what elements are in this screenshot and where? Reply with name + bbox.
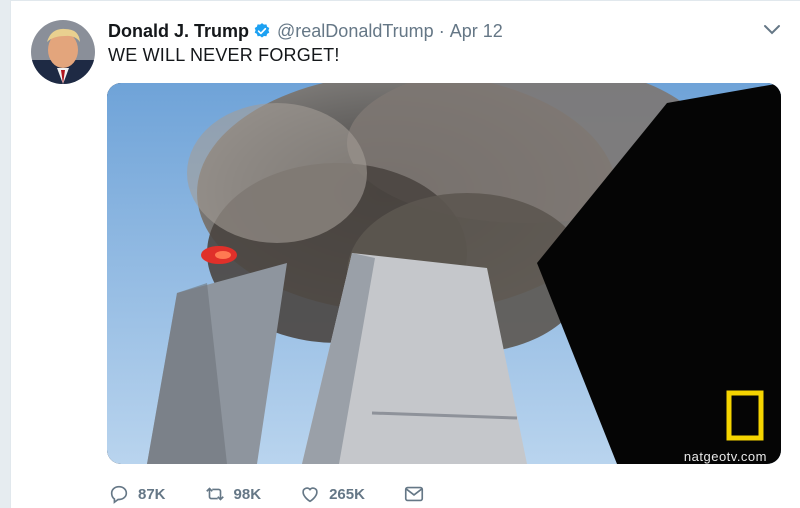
tweet-actions: 87K 98K 265K [108,481,463,507]
media-watermark: natgeotv.com [683,449,767,464]
tweet-text: WE WILL NEVER FORGET! [108,45,340,65]
like-count: 265K [329,485,365,503]
chevron-down-icon[interactable] [763,23,781,37]
tweet-header: Donald J. Trump @realDonaldTrump · Apr 1… [108,19,503,43]
reply-count: 87K [138,485,166,503]
author-name[interactable]: Donald J. Trump [108,21,249,42]
envelope-icon [404,486,423,502]
verified-badge-icon [254,23,270,38]
tweet-date[interactable]: Apr 12 [450,21,503,42]
retweet-button[interactable]: 98K [204,483,262,505]
reply-button[interactable]: 87K [108,483,166,505]
reply-icon [110,485,128,504]
author-handle[interactable]: @realDonaldTrump [277,21,434,42]
direct-message-button[interactable] [403,483,425,505]
retweet-icon [205,487,224,501]
heart-icon [302,487,318,503]
retweet-count: 98K [233,485,262,503]
tweet-media-video[interactable]: natgeotv.com [107,83,781,464]
avatar[interactable] [31,20,95,84]
tweet-card[interactable]: Donald J. Trump @realDonaldTrump · Apr 1… [10,0,800,508]
separator-dot: · [438,20,445,41]
like-button[interactable]: 265K [299,483,365,505]
